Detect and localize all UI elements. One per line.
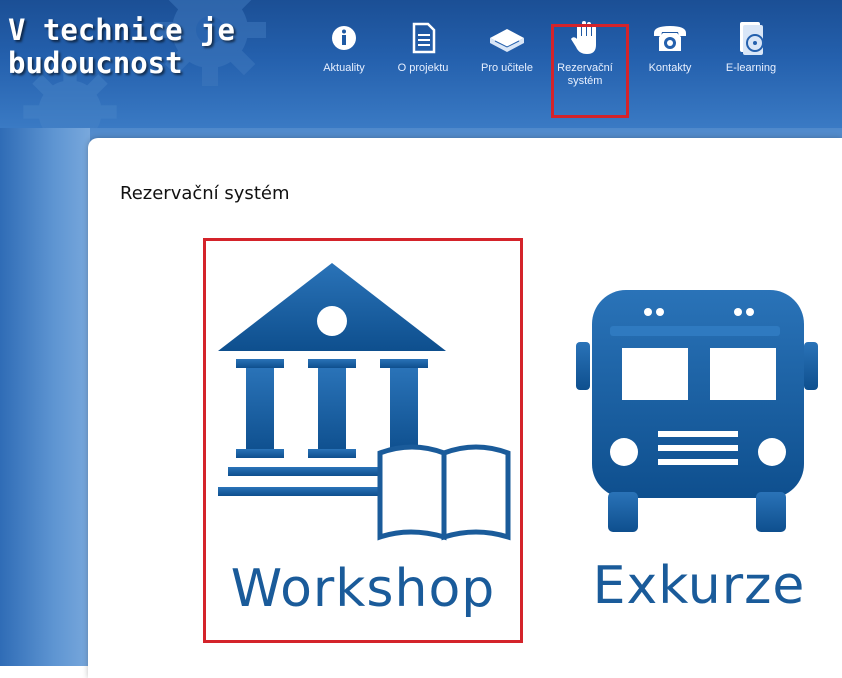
site-header: V technice je budoucnost Aktuality O pro… (0, 0, 842, 128)
nav-label: Pro učitele (481, 62, 533, 74)
nav-label: Aktuality (323, 62, 365, 74)
exkurze-label: Exkurze (592, 556, 806, 616)
exkurze-card[interactable]: Exkurze (572, 238, 842, 643)
document-icon (412, 22, 436, 54)
nav-item-pro-ucitele[interactable]: Pro učitele (475, 18, 539, 75)
bus-icon (576, 290, 818, 532)
nav-label: Kontakty (648, 62, 692, 74)
telephone-icon (654, 26, 686, 51)
workshop-card[interactable]: Workshop (203, 238, 523, 643)
page-title: Rezervační systém (120, 183, 290, 204)
info-icon (332, 26, 356, 50)
disc-box-icon (740, 22, 764, 55)
site-title[interactable]: V technice je budoucnost (8, 14, 235, 80)
nav-label: E-learning (725, 62, 777, 74)
nav-item-kontakty[interactable]: Kontakty (638, 18, 702, 75)
site-title-line1: V technice je (8, 13, 235, 47)
nav-label: O projektu (397, 62, 449, 74)
active-nav-highlight (551, 24, 629, 118)
museum-book-icon (218, 263, 511, 541)
nav-item-e-learning[interactable]: E-learning (718, 18, 784, 75)
nav-item-aktuality[interactable]: Aktuality (313, 18, 375, 75)
sidebar-background (0, 128, 90, 666)
book-icon (490, 29, 524, 52)
site-title-line2: budoucnost (8, 46, 183, 80)
nav-item-o-projektu[interactable]: O projektu (390, 18, 456, 75)
workshop-label: Workshop (230, 559, 496, 619)
